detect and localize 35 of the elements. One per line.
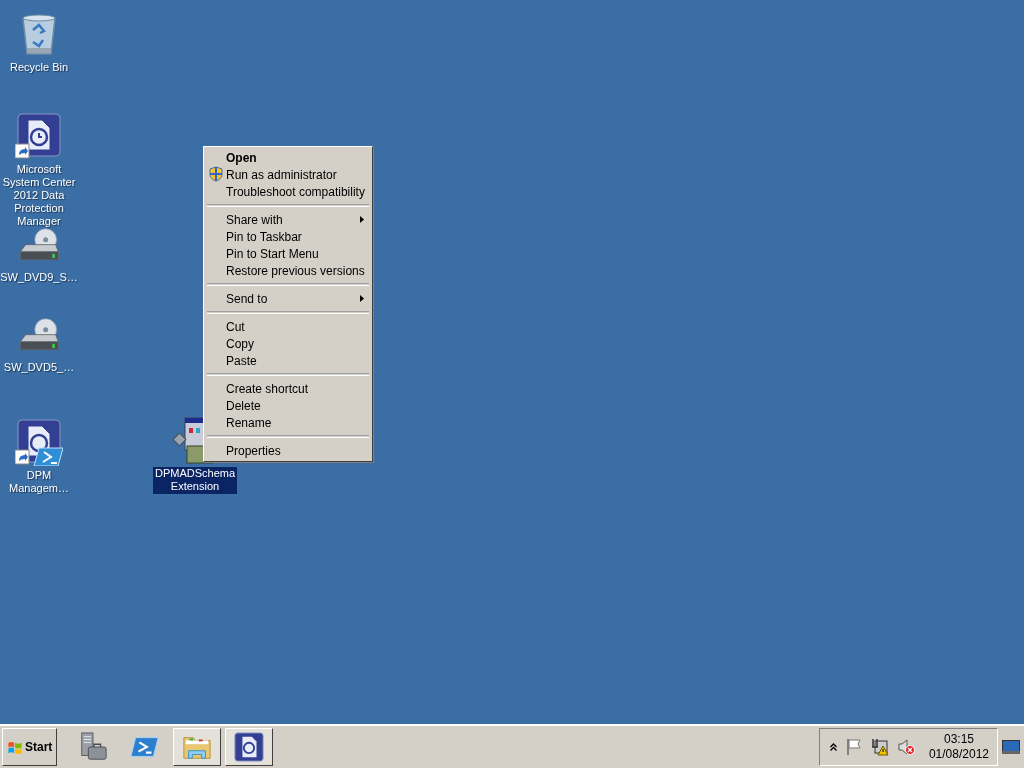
menu-item[interactable]: Send to xyxy=(206,290,370,307)
document-clock-icon xyxy=(234,732,265,762)
document-clock-button[interactable] xyxy=(225,728,274,766)
clock-time[interactable]: 03:15 xyxy=(943,732,974,747)
menu-item[interactable]: Properties xyxy=(206,442,370,459)
menu-item[interactable]: Rename xyxy=(206,414,370,431)
chevron-up-icon[interactable] xyxy=(829,743,837,751)
menu-item[interactable]: Copy xyxy=(206,335,370,352)
network-warning-icon[interactable] xyxy=(870,738,889,756)
desktop-icon-label[interactable]: DPM Managem… xyxy=(0,469,78,496)
menu-item[interactable]: Pin to Taskbar xyxy=(206,228,370,245)
menu-item[interactable]: Cut xyxy=(206,318,370,335)
menu-item[interactable]: Share with xyxy=(206,211,370,228)
menu-item[interactable]: Delete xyxy=(206,397,370,414)
desktop-icon-label[interactable]: Recycle Bin xyxy=(7,61,71,75)
document-clock-console-shortcut-icon[interactable] xyxy=(15,418,63,466)
menu-item[interactable]: Troubleshoot compatibility xyxy=(206,183,370,200)
desktop-icon-label[interactable]: DPMADSchema Extension xyxy=(152,467,238,494)
document-clock-shortcut-icon[interactable] xyxy=(15,112,63,160)
folder-button[interactable] xyxy=(173,728,222,766)
menu-item[interactable]: Pin to Start Menu xyxy=(206,245,370,262)
windows-logo-icon xyxy=(7,739,23,755)
clock-date[interactable]: 01/08/2012 xyxy=(928,747,989,762)
desktop-icon-label[interactable]: SW_DVD5_… xyxy=(1,361,77,375)
menu-item[interactable]: Open xyxy=(206,149,370,166)
flag-icon[interactable] xyxy=(844,738,863,756)
menu-item[interactable]: Run as administrator xyxy=(206,166,370,183)
desktop-icon-label[interactable]: SW_DVD9_S… xyxy=(0,271,80,285)
menu-item[interactable]: Create shortcut xyxy=(206,380,370,397)
menu-item[interactable]: Restore previous versions xyxy=(206,262,370,279)
server-toolbox-icon xyxy=(78,732,109,762)
speaker-muted-icon[interactable] xyxy=(896,738,915,756)
menu-item[interactable]: Paste xyxy=(206,352,370,369)
desktop-icon-label[interactable]: Microsoft System Center 2012 Data Protection Manager xyxy=(0,163,78,229)
start-button[interactable]: Start xyxy=(2,728,58,766)
